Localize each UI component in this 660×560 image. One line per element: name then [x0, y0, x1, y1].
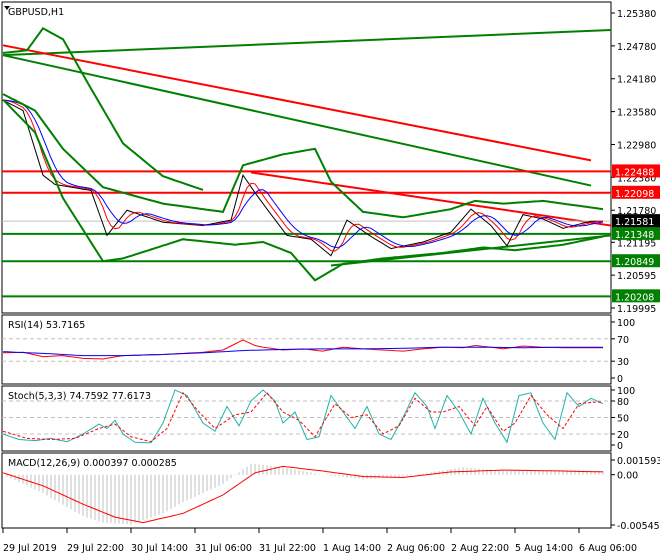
price-y-tick-label: 1.22980 [617, 140, 656, 151]
rsi-title: RSI(14) 53.7165 [8, 320, 85, 331]
price-level-label: 1.22098 [615, 189, 654, 200]
price-y-tick-label: 1.24180 [617, 75, 656, 86]
x-tick-label: 31 Jul 06:00 [195, 543, 252, 554]
trading-chart-window: 1.25380 1.24780 1.24180 1.23580 1.22980 1.223… [0, 0, 660, 560]
macd-y-tick-label: 0.001593 [617, 456, 660, 467]
x-tick-label: 31 Jul 22:00 [259, 543, 316, 554]
price-y-tick-label: 1.24780 [617, 42, 656, 53]
price-panel-frame [1, 1, 612, 314]
stochastic-y-tick-label: 80 [617, 397, 629, 408]
price-level-label: 1.21348 [615, 230, 654, 241]
macd-y-tick-label: 0.00 [617, 471, 638, 482]
stochastic-y-tick-label: 20 [617, 430, 629, 441]
rsi-y-tick-label: 0 [617, 374, 623, 385]
price-y-tick-label: 1.19995 [617, 304, 656, 315]
rsi-y-tick-label: 30 [617, 357, 629, 368]
price-y-tick-label: 1.25380 [617, 9, 656, 20]
x-tick-label: 2 Aug 06:00 [387, 543, 445, 554]
x-tick-label: 2 Aug 22:00 [451, 543, 509, 554]
x-tick-label: 1 Aug 14:00 [323, 543, 381, 554]
price-level-label: 1.20208 [615, 292, 654, 303]
stochastic-title: Stoch(5,3,3) 74.7592 77.6173 [8, 391, 151, 402]
rsi-y-tick-label: 100 [617, 318, 635, 329]
stochastic-y-tick-label: 0 [617, 441, 623, 452]
price-y-tick-label: 1.20595 [617, 271, 656, 282]
macd-title: MACD(12,26,9) 0.000397 0.000285 [8, 458, 177, 469]
price-y-tick-label: 1.23580 [617, 108, 656, 119]
x-tick-label: 30 Jul 14:00 [131, 543, 188, 554]
price-level-label: 1.20849 [615, 257, 654, 268]
stochastic-y-tick-label: 100 [617, 386, 635, 397]
x-tick-label: 29 Jul 22:00 [67, 543, 124, 554]
x-tick-label: 29 Jul 2019 [3, 543, 57, 554]
current-price-label: 1.21581 [615, 217, 654, 228]
stochastic-y-tick-label: 50 [617, 414, 629, 425]
price-title: GBPUSD,H1 [8, 7, 64, 18]
macd-y-tick-label: -0.005457 [617, 521, 660, 532]
chart-canvas[interactable]: 1.253801.247801.241801.235801.229801.223… [0, 0, 660, 560]
x-tick-label: 5 Aug 14:00 [515, 543, 573, 554]
rsi-y-tick-label: 70 [617, 335, 629, 346]
price-level-label: 1.22488 [615, 167, 654, 178]
x-tick-label: 6 Aug 06:00 [579, 543, 637, 554]
